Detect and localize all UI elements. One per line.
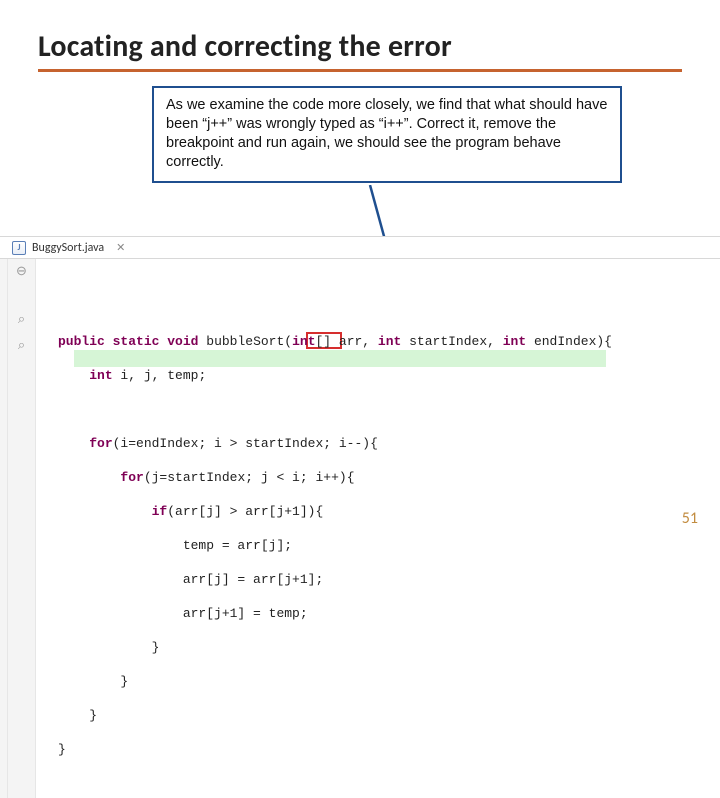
code-line: int i, j, temp; [58, 367, 612, 384]
code-area[interactable]: public static void bubbleSort(int[] arr,… [36, 259, 612, 798]
callout-box: As we examine the code more closely, we … [152, 86, 622, 183]
page-number: 51 [682, 509, 698, 528]
code-line: public static void bubbleSort(int[] arr,… [58, 333, 612, 350]
code-editor: ⊖ ⌕ ⌕ public static void bubbleSort(int[… [0, 259, 720, 798]
code-line: for(j=startIndex; j < i; i++){ [58, 469, 612, 486]
ide-panel: J BuggySort.java ✕ ⊖ ⌕ ⌕ public static v… [0, 236, 720, 466]
fold-collapse-icon[interactable]: ⊖ [16, 265, 28, 277]
code-line: for(i=endIndex; i > startIndex; i--){ [58, 435, 612, 452]
code-line: } [58, 741, 612, 758]
lens-icon: ⌕ [16, 313, 28, 325]
code-line: arr[j+1] = temp; [58, 605, 612, 622]
error-token: i++) [315, 470, 346, 485]
code-line: } [58, 673, 612, 690]
editor-tabbar: J BuggySort.java ✕ [0, 237, 720, 259]
slide-title: Locating and correcting the error [38, 28, 682, 72]
tab-filename[interactable]: BuggySort.java [32, 241, 104, 255]
tab-close-icon[interactable]: ✕ [116, 241, 125, 254]
lens-icon: ⌕ [16, 339, 28, 351]
overview-ruler [0, 259, 8, 798]
code-line: if(arr[j] > arr[j+1]){ [58, 503, 612, 520]
java-file-icon: J [12, 241, 26, 255]
current-line-highlight [74, 350, 606, 367]
code-line: } [58, 639, 612, 656]
code-line: } [58, 707, 612, 724]
code-line [58, 401, 612, 418]
callout-text: As we examine the code more closely, we … [166, 97, 607, 170]
code-line: arr[j] = arr[j+1]; [58, 571, 612, 588]
gutter: ⊖ ⌕ ⌕ [8, 259, 36, 798]
